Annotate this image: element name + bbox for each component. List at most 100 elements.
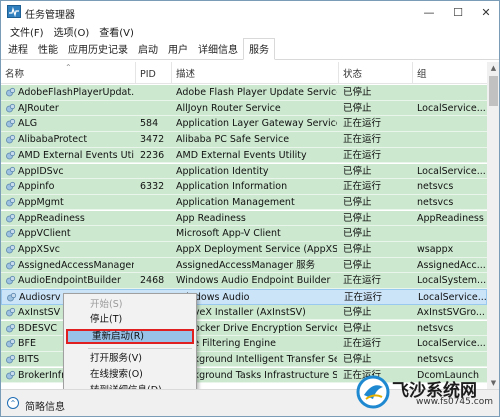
menu-file[interactable]: 文件(F) [5,24,49,39]
col-pid-header[interactable]: PID [136,62,172,84]
watermark-logo-icon [356,375,390,409]
cell-group [417,116,487,131]
menu-view[interactable]: 查看(V) [94,24,139,39]
cell-group [417,132,487,147]
menu-options[interactable]: 选项(O) [49,24,95,39]
cell-name: AlibabaProtect [18,134,88,146]
table-row[interactable]: AppReadiness App Readiness 已停止 AppReadiness [1,210,487,227]
cell-status: 已停止 [343,165,372,177]
table-row[interactable]: AlibabaProtect 3472 Alibaba PC Safe Servic… [1,132,487,148]
col-name-header[interactable]: 名称 [1,62,136,84]
table-row[interactable]: AppXSvc AppX Deployment Service (AppXS...… [1,242,487,258]
table-row[interactable]: AJRouter AllJoyn Router Service 已停止 LocalSe… [1,100,487,117]
cell-group: netsvcs [417,196,454,208]
cell-desc: Application Identity [176,165,269,177]
cell-pid: 2468 [140,275,165,287]
table-row[interactable]: AMD External Events Utili... 2236 AMD Exte… [1,147,487,164]
ctx-separator [88,348,192,349]
table-row[interactable]: ALG 584 Application Layer Gateway Service 正… [1,116,487,132]
cell-status: 已停止 [343,212,372,224]
cell-status: 正在运行 [344,292,383,304]
service-gear-icon [6,260,16,270]
column-header: ⌃ 名称 PID 描述 状态 组 [1,62,487,84]
service-gear-icon [7,292,17,302]
ctx-stop[interactable]: 停止(T) [66,312,194,327]
table-row[interactable]: AudioEndpointBuilder 2468 Windows Audio En… [1,273,487,289]
cell-group [417,85,487,100]
service-gear-icon [6,354,16,364]
brief-info-link[interactable]: 简略信息 [25,398,65,413]
task-manager-window: 任务管理器 — ☐ ✕ 文件(F) 选项(O) 查看(V) 进程 性能 应用历史… [0,0,500,417]
service-gear-icon [6,339,16,348]
service-gear-icon [6,150,16,160]
ctx-restart[interactable]: 重新启动(R) [66,329,194,344]
cell-desc: Application Layer Gateway Service [176,118,337,130]
cell-name: AppMgmt [18,196,64,208]
ctx-start[interactable]: 开始(S) [66,297,194,312]
task-manager-icon [7,5,21,18]
tab-users[interactable]: 用户 [163,39,193,59]
cell-desc: Base Filtering Engine [176,338,276,350]
scroll-up-icon[interactable]: ▲ [487,62,499,74]
cell-pid [140,101,172,116]
tab-startup[interactable]: 启动 [133,39,163,59]
cell-group: LocalService... [417,165,486,177]
table-row[interactable]: AssignedAccessManager... AssignedAccessMa… [1,257,487,274]
cell-status: 正在运行 [343,149,382,161]
ctx-search-online[interactable]: 在线搜索(O) [66,367,194,382]
service-gear-icon [6,134,16,144]
table-row[interactable]: AppIDSvc Application Identity 已停止 LocalServ… [1,163,487,179]
minimize-button[interactable]: — [415,1,443,23]
cell-group: AxInstSVGro... [417,306,485,318]
cell-status: 已停止 [343,306,372,318]
cell-group: LocalService... [418,292,487,304]
close-icon: ✕ [481,5,491,19]
cell-desc: ActiveX Installer (AxInstSV) [176,306,306,318]
col-status-header[interactable]: 状态 [339,62,413,84]
tab-performance[interactable]: 性能 [33,39,63,59]
service-gear-icon [6,213,16,222]
cell-group: netsvcs [417,322,454,334]
watermark-url: www.fs0745.com [416,397,493,407]
scroll-thumb[interactable] [489,76,498,106]
cell-desc: BitLocker Drive Encryption Service [176,322,337,334]
cell-status: 已停止 [343,87,372,98]
ctx-open-services[interactable]: 打开服务(V) [66,351,194,366]
cell-name: AppVClient [18,228,71,240]
table-row[interactable]: AppVClient Microsoft App-V Client 已停止 [1,226,487,242]
cell-group: AppReadiness [417,212,484,224]
cell-name: AssignedAccessManager... [18,259,134,271]
collapse-arrow-icon[interactable]: ⌃ [7,397,19,409]
tab-processes[interactable]: 进程 [3,39,33,59]
cell-group: AssignedAcc... [417,259,486,271]
col-description-header[interactable]: 描述 [172,62,339,84]
col-group-header[interactable]: 组 [413,62,487,84]
cell-desc: Background Intelligent Transfer Se... [176,353,337,365]
table-row[interactable]: AppMgmt Application Management 已停止 netsvcs [1,194,487,211]
cell-status: 正在运行 [343,134,382,146]
cell-status: 已停止 [343,259,372,271]
cell-pid: 2236 [140,149,165,161]
vertical-scrollbar[interactable]: ▲ ▼ [487,62,499,389]
cell-pid [140,85,172,100]
context-menu: 开始(S) 停止(T) 重新启动(R) 打开服务(V) 在线搜索(O) 转到详细… [63,293,197,401]
table-row[interactable]: AdobeFlashPlayerUpdat... Adobe Flash Play… [1,85,487,101]
cell-group: wsappx [417,244,454,255]
cell-group: netsvcs [417,353,454,365]
tab-details[interactable]: 详细信息 [193,39,243,59]
cell-pid [140,164,172,179]
tab-services[interactable]: 服务 [243,38,275,60]
cell-status: 已停止 [343,102,372,114]
cell-desc: Background Tasks Infrastructure S... [176,369,337,381]
maximize-button[interactable]: ☐ [444,1,472,23]
tab-app-history[interactable]: 应用历史记录 [63,39,133,59]
cell-status: 正在运行 [343,181,382,193]
cell-desc: AllJoyn Router Service [176,102,281,114]
cell-name: AdobeFlashPlayerUpdat... [18,87,134,98]
close-button[interactable]: ✕ [472,1,499,23]
cell-desc: Windows Audio [177,292,250,304]
table-row[interactable]: Appinfo 6332 Application Information 正在运行 ne… [1,179,487,195]
cell-group [417,148,487,163]
service-gear-icon [6,276,16,285]
cell-pid: 3472 [140,134,165,146]
